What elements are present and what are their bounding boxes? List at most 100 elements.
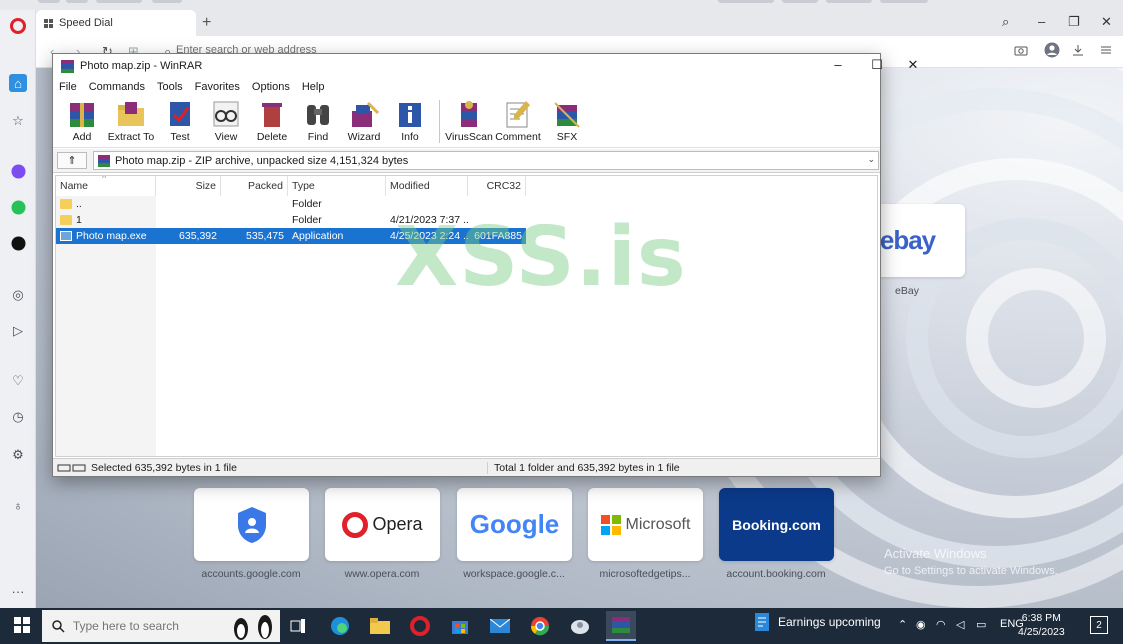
workspace-pill[interactable] [66,0,88,3]
chevron-up-icon[interactable]: ⌃ [898,618,907,631]
winrar-app-icon [61,59,74,73]
chevron-down-icon[interactable]: ⌄ [867,154,875,165]
wizard-button[interactable]: Wizard [341,96,387,147]
easy-setup-icon[interactable] [1100,44,1112,56]
profile-icon[interactable] [1044,42,1060,58]
heart-icon[interactable]: ♡ [9,372,27,390]
speed-dial-tile-microsoft[interactable]: Microsoft [588,488,703,561]
more-icon[interactable]: ··· [9,582,27,600]
tab-speed-dial[interactable]: Speed Dial [36,10,196,36]
menu-tools[interactable]: Tools [157,81,183,93]
workspace-pill[interactable] [880,0,928,3]
camera-icon[interactable] [1014,44,1028,56]
download-icon[interactable] [1072,44,1084,56]
send-icon[interactable]: ▷ [9,322,27,340]
menu-commands[interactable]: Commands [89,81,145,93]
delete-button[interactable]: Delete [249,96,295,147]
column-packed[interactable]: Packed [221,176,288,196]
meet-icon[interactable]: ◉ [916,618,926,631]
sort-arrow-icon: ^ [102,175,107,183]
winrar-close-button[interactable]: ✕ [898,57,928,73]
extract-to-button[interactable]: Extract To [105,96,157,147]
winrar-taskbar-icon[interactable] [606,611,636,641]
column-crc32[interactable]: CRC32 [468,176,526,196]
speed-dial-tile-booking[interactable]: Booking.com [719,488,834,561]
sfx-button[interactable]: SFX [544,96,590,147]
wizard-icon [352,101,380,127]
chrome-icon[interactable] [528,614,552,638]
keyboard-icon[interactable]: ▭ [976,618,986,631]
speed-dial-tile-opera[interactable]: Opera [325,488,440,561]
add-button[interactable]: Add [59,96,105,147]
column-name[interactable]: Name ^ [56,176,156,196]
workspace-pill[interactable] [718,0,774,3]
folder-up-icon [60,199,72,209]
google-accounts-shield-icon [237,506,266,543]
speed-dial-tile-google[interactable]: Google [457,488,572,561]
menu-favorites[interactable]: Favorites [195,81,240,93]
mail-icon[interactable] [488,614,512,638]
news-text: Earnings upcoming [778,615,881,629]
file-explorer-icon[interactable] [368,614,392,638]
volume-icon[interactable]: ◁ [956,618,964,631]
column-size[interactable]: Size [156,176,221,196]
winrar-titlebar[interactable]: Photo map.zip - WinRAR [53,54,880,78]
comment-icon [506,101,530,128]
microsoft-store-icon[interactable] [448,614,472,638]
workspace-pill[interactable] [96,0,142,3]
new-tab-button[interactable]: + [202,14,211,32]
view-button[interactable]: View [203,96,249,147]
maximize-button[interactable]: ❐ [1068,14,1080,30]
test-button[interactable]: Test [157,96,203,147]
up-one-level-button[interactable]: ⇑ [57,152,87,169]
search-input[interactable] [72,619,213,633]
opera-taskbar-icon[interactable] [408,614,432,638]
windows-start-icon[interactable] [14,617,30,633]
menu-file[interactable]: File [59,81,77,93]
edge-icon[interactable] [328,614,352,638]
workspace-pill[interactable] [38,0,60,3]
close-button[interactable]: ✕ [1101,14,1112,30]
comment-button[interactable]: Comment [492,96,544,147]
virusscan-button[interactable]: VirusScan [445,96,493,147]
star-icon[interactable]: ☆ [9,112,27,130]
tips-bulb-icon[interactable]: ♁ [9,496,27,514]
workspace-pill[interactable] [152,0,182,3]
winrar-maximize-button[interactable]: ☐ [862,57,892,73]
settings-gear-icon[interactable]: ⚙ [9,446,27,464]
whatsapp-icon[interactable] [9,198,27,216]
browser-top-strip [0,0,1123,10]
sfx-icon [554,102,580,128]
news-widget[interactable]: Earnings upcoming [754,612,881,632]
clock[interactable]: 6:38 PM 4/25/2023 [1018,611,1065,639]
tiktok-icon[interactable] [9,234,27,252]
info-button[interactable]: Info [387,96,433,147]
minimize-button[interactable]: – [1038,14,1045,29]
history-icon[interactable]: ◷ [9,408,27,426]
column-modified[interactable]: Modified [386,176,468,196]
find-button[interactable]: Find [295,96,341,147]
search-tabs-icon[interactable]: ⌕ [1002,14,1009,30]
messenger-icon[interactable] [9,162,27,180]
player-icon[interactable]: ◎ [9,286,27,304]
speed-dial-tile-google-accounts[interactable] [194,488,309,561]
column-type[interactable]: Type [288,176,386,196]
task-view-icon[interactable] [286,614,310,638]
workspace-pill[interactable] [826,0,872,3]
home-icon[interactable]: ⌂ [9,74,27,92]
winrar-minimize-button[interactable]: – [823,57,853,72]
speed-dial-label: workspace.google.c... [463,568,565,580]
taskbar-search[interactable] [42,610,280,642]
workspace-pill[interactable] [782,0,818,3]
extract-folder-icon [118,102,144,126]
opera-logo-icon[interactable] [10,18,26,34]
info-icon [399,103,421,127]
wifi-icon[interactable]: ◠ [936,618,946,631]
test-icon [170,102,190,126]
menu-options[interactable]: Options [252,81,290,93]
status-drive-icon [57,464,86,471]
menu-help[interactable]: Help [302,81,325,93]
notifications-icon[interactable]: 2 [1090,616,1108,634]
app-icon[interactable] [568,614,592,638]
path-dropdown[interactable]: Photo map.zip - ZIP archive, unpacked si… [93,151,879,170]
